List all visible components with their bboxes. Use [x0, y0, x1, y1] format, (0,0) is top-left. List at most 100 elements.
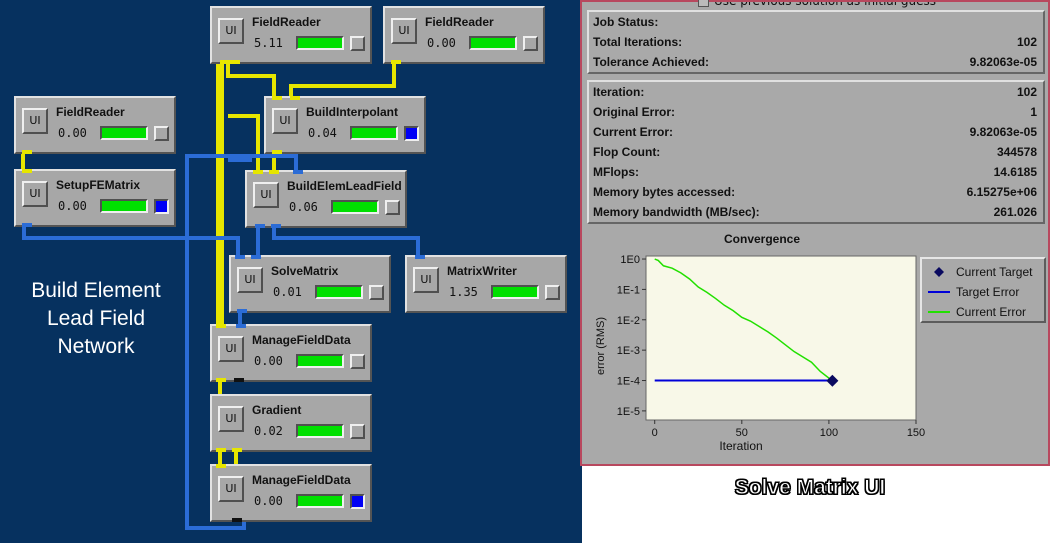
module-gradient[interactable]: UI Gradient 0.02 [210, 394, 372, 452]
info-label: Flop Count: [593, 145, 661, 159]
info-value: 14.6185 [993, 165, 1037, 179]
input-port[interactable] [272, 96, 282, 100]
input-port[interactable] [290, 96, 300, 100]
legend-item: Target Error [926, 283, 1044, 301]
line-icon [928, 291, 950, 293]
legend-item: Current Error [926, 303, 1044, 321]
input-port[interactable] [216, 464, 226, 468]
x-tick-label: 50 [736, 427, 748, 439]
module-status-indicator[interactable] [523, 36, 538, 51]
module-setupfematrix[interactable]: UI SetupFEMatrix 0.00 [14, 169, 176, 227]
module-progress-bar [296, 354, 344, 368]
module-solvematrix[interactable]: UI SolveMatrix 0.01 [229, 255, 391, 313]
info-row: MFlops: 14.6185 [589, 162, 1043, 182]
module-status-indicator[interactable] [545, 285, 560, 300]
input-port[interactable] [235, 255, 245, 259]
module-buildinterpolant[interactable]: UI BuildInterpolant 0.04 [264, 96, 426, 154]
module-fieldreader[interactable]: UI FieldReader 0.00 [383, 6, 545, 64]
module-time: 1.35 [449, 285, 478, 299]
module-status-indicator[interactable] [350, 36, 365, 51]
module-time: 0.01 [273, 285, 302, 299]
module-time: 0.00 [254, 494, 283, 508]
info-value: 6.15275e+06 [966, 185, 1037, 199]
output-port[interactable] [272, 150, 282, 154]
input-port[interactable] [253, 170, 263, 174]
module-title: FieldReader [56, 105, 125, 119]
output-port[interactable] [271, 224, 281, 228]
output-port[interactable] [230, 60, 240, 64]
info-value: 102 [1016, 85, 1037, 99]
x-axis-label: Iteration [719, 439, 762, 453]
info-label: Original Error: [593, 105, 676, 119]
output-port[interactable] [391, 60, 401, 64]
output-port[interactable] [216, 448, 226, 452]
output-port[interactable] [22, 150, 32, 154]
y-tick-label: 1E-3 [617, 345, 640, 357]
x-tick-label: 150 [907, 427, 925, 439]
module-progress-bar [100, 199, 148, 213]
module-ui-button[interactable]: UI [413, 267, 439, 293]
module-ui-button[interactable]: UI [22, 108, 48, 134]
module-ui-button[interactable]: UI [22, 181, 48, 207]
output-port[interactable] [220, 60, 230, 64]
info-row: Tolerance Achieved: 9.82063e-05 [589, 52, 1043, 72]
module-title: Gradient [252, 403, 302, 417]
info-row: Current Error: 9.82063e-05 [589, 122, 1043, 142]
module-ui-button[interactable]: UI [218, 476, 244, 502]
network-label-line-1: Build Element [31, 279, 161, 302]
module-ui-button[interactable]: UI [218, 406, 244, 432]
input-port[interactable] [415, 255, 425, 259]
wire-fieldreader2-buildinterpolant[interactable] [289, 58, 396, 100]
module-status-indicator[interactable] [385, 200, 400, 215]
module-fieldreader[interactable]: UI FieldReader 0.00 [14, 96, 176, 154]
module-ui-button[interactable]: UI [237, 267, 263, 293]
module-status-indicator[interactable] [154, 199, 169, 214]
wire-fr-belf[interactable] [228, 114, 260, 172]
info-label: Current Error: [593, 125, 674, 139]
module-status-indicator[interactable] [404, 126, 419, 141]
module-status-indicator[interactable] [350, 424, 365, 439]
input-port[interactable] [216, 324, 226, 328]
module-ui-button[interactable]: UI [272, 108, 298, 134]
module-ui-button[interactable]: UI [391, 18, 417, 44]
module-progress-bar [296, 494, 344, 508]
module-ui-button[interactable]: UI [218, 336, 244, 362]
input-port[interactable] [269, 170, 279, 174]
output-port[interactable] [22, 223, 32, 227]
output-port[interactable] [232, 448, 242, 452]
output-port[interactable] [216, 378, 226, 382]
input-port[interactable] [293, 170, 303, 174]
input-port[interactable] [236, 324, 246, 328]
module-fieldreader[interactable]: UI FieldReader 5.11 [210, 6, 372, 64]
module-progress-bar [331, 200, 379, 214]
diamond-icon [934, 267, 944, 277]
module-status-indicator[interactable] [154, 126, 169, 141]
input-port[interactable] [22, 169, 32, 173]
info-label: Job Status: [593, 15, 659, 29]
output-port[interactable] [234, 378, 244, 382]
output-port[interactable] [237, 309, 247, 313]
info-value: 9.82063e-05 [969, 125, 1037, 139]
output-port[interactable] [232, 518, 242, 522]
module-managefielddata[interactable]: UI ManageFieldData 0.00 [210, 464, 372, 522]
info-row: Iteration: 102 [589, 82, 1043, 102]
module-matrixwriter[interactable]: UI MatrixWriter 1.35 [405, 255, 567, 313]
detail-group: Iteration: 102 Original Error: 1 Current Err… [587, 80, 1045, 224]
module-progress-bar [315, 285, 363, 299]
info-label: MFlops: [593, 165, 639, 179]
module-status-indicator[interactable] [350, 494, 365, 509]
module-title: SetupFEMatrix [56, 178, 141, 192]
wire-setupfe-solvematrix[interactable] [22, 222, 240, 258]
module-status-indicator[interactable] [350, 354, 365, 369]
module-ui-button[interactable]: UI [218, 18, 244, 44]
module-progress-bar [350, 126, 398, 140]
wire-fieldreader-buildinterpolant[interactable] [226, 60, 276, 100]
output-port[interactable] [255, 224, 265, 228]
module-ui-button[interactable]: UI [253, 182, 279, 208]
module-status-indicator[interactable] [369, 285, 384, 300]
module-managefielddata[interactable]: UI ManageFieldData 0.00 [210, 324, 372, 382]
wire-fieldreader-managefielddata[interactable] [216, 60, 224, 328]
previous-solution-checkbox[interactable] [698, 0, 709, 7]
input-port[interactable] [251, 255, 261, 259]
module-buildelemleadfield[interactable]: UI BuildElemLeadField 0.06 [245, 170, 407, 228]
